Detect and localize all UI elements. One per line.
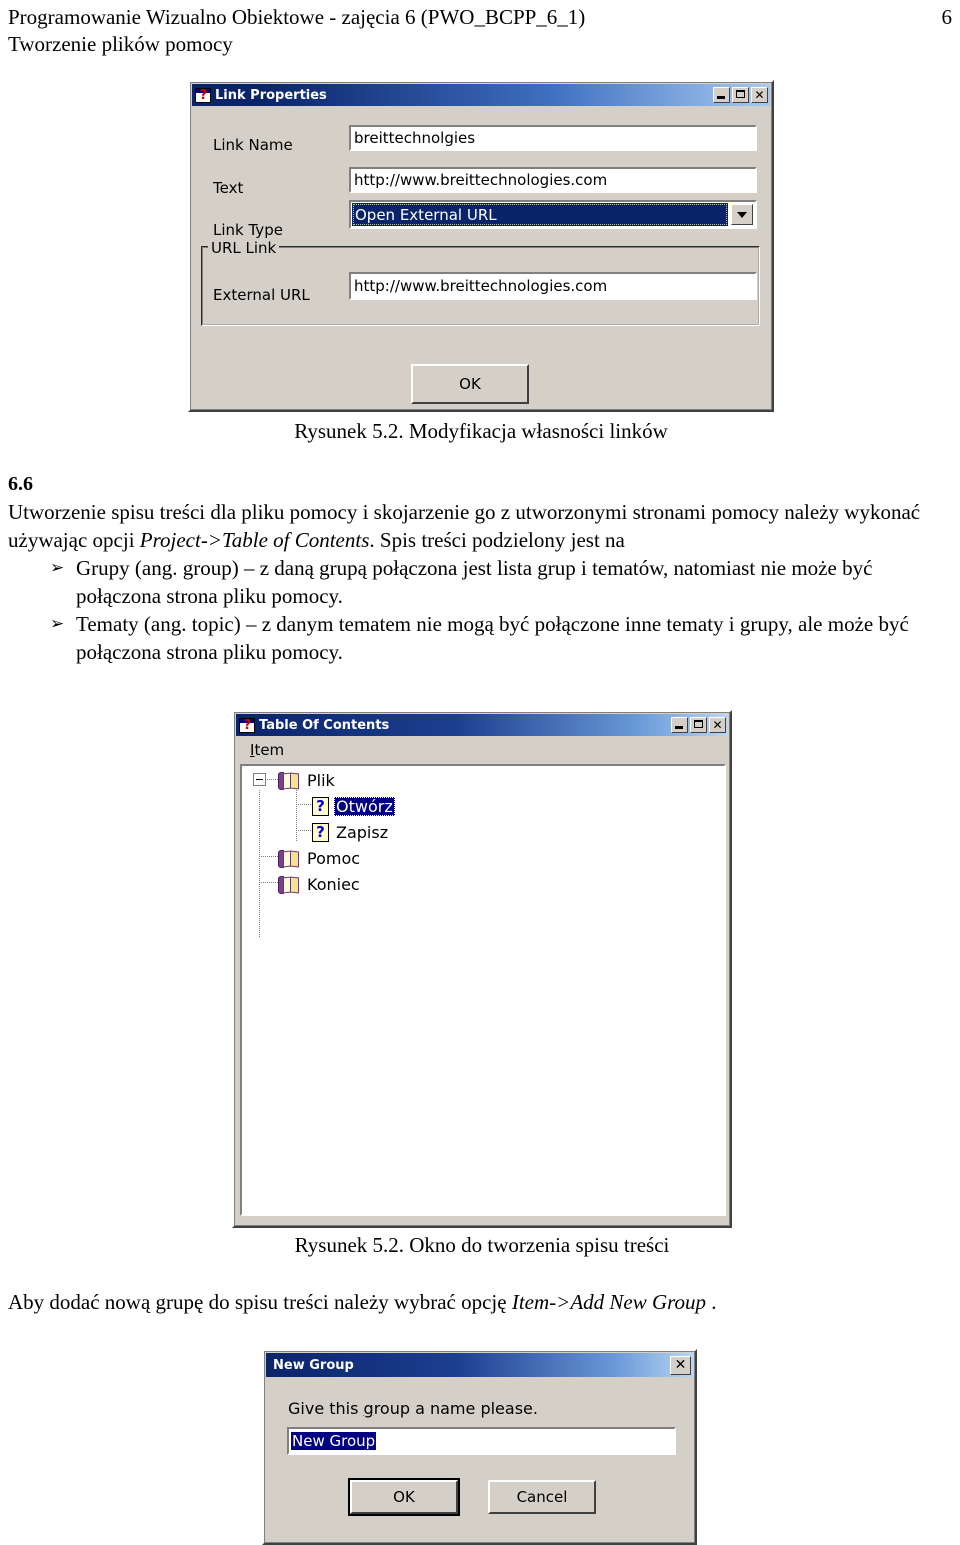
tree-node-label: Zapisz [336, 823, 389, 842]
book-icon [278, 875, 300, 894]
window-title: Table Of Contents [259, 717, 390, 733]
url-link-groupbox-legend: URL Link [208, 239, 280, 257]
tree-connector-horizontal [259, 856, 279, 857]
new-group-prompt-mnemonic: g [363, 1399, 374, 1418]
add-group-part1: Aby dodać nową grupę do spisu treści nal… [8, 1290, 512, 1314]
window-title: New Group [273, 1357, 354, 1373]
minimize-button[interactable] [713, 87, 730, 103]
add-group-part2: . [706, 1290, 717, 1314]
arrow-bullet-icon: ➢ [50, 558, 65, 578]
section-number: 6.6 [8, 473, 33, 495]
tree-node-group[interactable]: Plik [278, 768, 337, 793]
window-controls[interactable]: ✕ [670, 1355, 691, 1375]
toc-treeview[interactable]: Plik ? Otwórz ? Zapisz Pomoc Koniec [240, 764, 726, 1216]
help-page-icon: ? [312, 797, 329, 816]
link-type-selected-value: Open External URL [352, 203, 728, 226]
titlebar[interactable]: ? Link Properties ✕ [192, 84, 770, 106]
close-icon[interactable]: ✕ [751, 87, 768, 103]
menubar[interactable]: Item [236, 738, 728, 762]
figure-caption-1: Rysunek 5.2. Modyfikacja własności linkó… [294, 419, 668, 443]
paragraph-part2: . Spis treści podzielony jest na [369, 528, 625, 552]
tree-connector-horizontal [296, 830, 312, 831]
book-icon [278, 849, 300, 868]
figure-caption-2: Rysunek 5.2. Okno do tworzenia spisu tre… [294, 1233, 670, 1257]
link-type-label: Link Type [213, 221, 283, 239]
close-icon[interactable]: ✕ [709, 717, 726, 733]
cancel-button[interactable]: Cancel [488, 1480, 596, 1514]
new-group-window[interactable]: New Group ✕ Give this group a name pleas… [262, 1349, 697, 1545]
ok-button[interactable]: OK [411, 364, 529, 404]
add-group-paragraph: Aby dodać nową grupę do spisu treści nal… [8, 1288, 952, 1316]
tree-node-group[interactable]: Koniec [278, 872, 362, 897]
titlebar[interactable]: New Group ✕ [266, 1353, 693, 1377]
page-number: 6 [941, 5, 953, 29]
new-group-prompt-part2: roup a name please. [373, 1399, 538, 1418]
help-document-icon: ? [195, 87, 211, 103]
tree-connector-vertical [296, 790, 297, 842]
maximize-button[interactable] [690, 717, 707, 733]
tree-node-group[interactable]: Pomoc [278, 846, 362, 871]
list-item-text: Tematy (ang. topic) – z danym tematem ni… [76, 612, 909, 664]
text-label: Text [213, 179, 244, 197]
help-document-icon: ? [239, 717, 255, 733]
titlebar[interactable]: ? Table Of Contents ✕ [236, 714, 728, 736]
tree-node-topic-selected[interactable]: ? Otwórz [312, 794, 395, 819]
group-name-input[interactable]: New Group [287, 1427, 676, 1455]
link-name-label: Link Name [213, 136, 293, 154]
tree-connector-vertical [259, 790, 260, 938]
new-group-prompt-part1: Give this [288, 1399, 364, 1418]
tree-node-label: Pomoc [307, 849, 361, 868]
book-icon [278, 771, 300, 790]
bullet-list: ➢ Grupy (ang. group) – z daną grupą połą… [8, 554, 952, 666]
window-title: Link Properties [215, 87, 327, 103]
menu-item-item-rest: tem [254, 741, 285, 759]
page-header: Programowanie Wizualno Obiektowe - zajęc… [8, 4, 952, 58]
help-page-icon: ? [312, 823, 329, 842]
tree-node-topic[interactable]: ? Zapisz [312, 820, 390, 845]
link-type-select[interactable]: Open External URL [349, 200, 757, 229]
window-controls[interactable]: ✕ [713, 87, 768, 103]
minimize-button[interactable] [671, 717, 688, 733]
link-properties-window[interactable]: ? Link Properties ✕ Link Name breittechn… [188, 80, 774, 412]
maximize-button[interactable] [732, 87, 749, 103]
group-name-input-value: New Group [291, 1432, 377, 1450]
external-url-label: External URL [213, 286, 310, 304]
header-title-line2: Tworzenie plików pomocy [8, 32, 233, 56]
tree-expander-plik[interactable] [253, 773, 266, 786]
tree-connector-horizontal [259, 882, 279, 883]
external-url-input[interactable]: http://www.breittechnologies.com [349, 272, 757, 300]
tree-node-label: Plik [307, 771, 335, 790]
paragraph-italic-term: Project->Table of Contents [139, 528, 370, 552]
arrow-bullet-icon: ➢ [50, 614, 65, 634]
section-body: 6.6 Utworzenie spisu treści dla pliku po… [8, 470, 952, 666]
table-of-contents-window[interactable]: ? Table Of Contents ✕ Item Plik ? Otwórz… [232, 710, 732, 1228]
chevron-down-icon[interactable] [731, 204, 753, 225]
header-title-line1: Programowanie Wizualno Obiektowe - zajęc… [8, 5, 586, 29]
add-group-italic-term: Item->Add New Group [511, 1290, 707, 1314]
window-controls[interactable]: ✕ [671, 717, 726, 733]
list-item-text: Grupy (ang. group) – z daną grupą połącz… [76, 556, 873, 608]
tree-connector-horizontal [296, 804, 312, 805]
tree-node-label: Otwórz [334, 797, 395, 816]
tree-node-label: Koniec [307, 875, 360, 894]
link-name-input[interactable]: breittechnolgies [349, 125, 757, 151]
menu-item-item[interactable]: Item [244, 740, 290, 760]
list-item: ➢ Grupy (ang. group) – z daną grupą połą… [8, 554, 952, 610]
close-icon[interactable]: ✕ [670, 1355, 691, 1375]
section-paragraph: Utworzenie spisu treści dla pliku pomocy… [8, 498, 952, 554]
text-input[interactable]: http://www.breittechnologies.com [349, 167, 757, 193]
ok-button[interactable]: OK [348, 1478, 460, 1516]
new-group-prompt: Give this group a name please. [288, 1399, 538, 1418]
list-item: ➢ Tematy (ang. topic) – z danym tematem … [8, 610, 952, 666]
